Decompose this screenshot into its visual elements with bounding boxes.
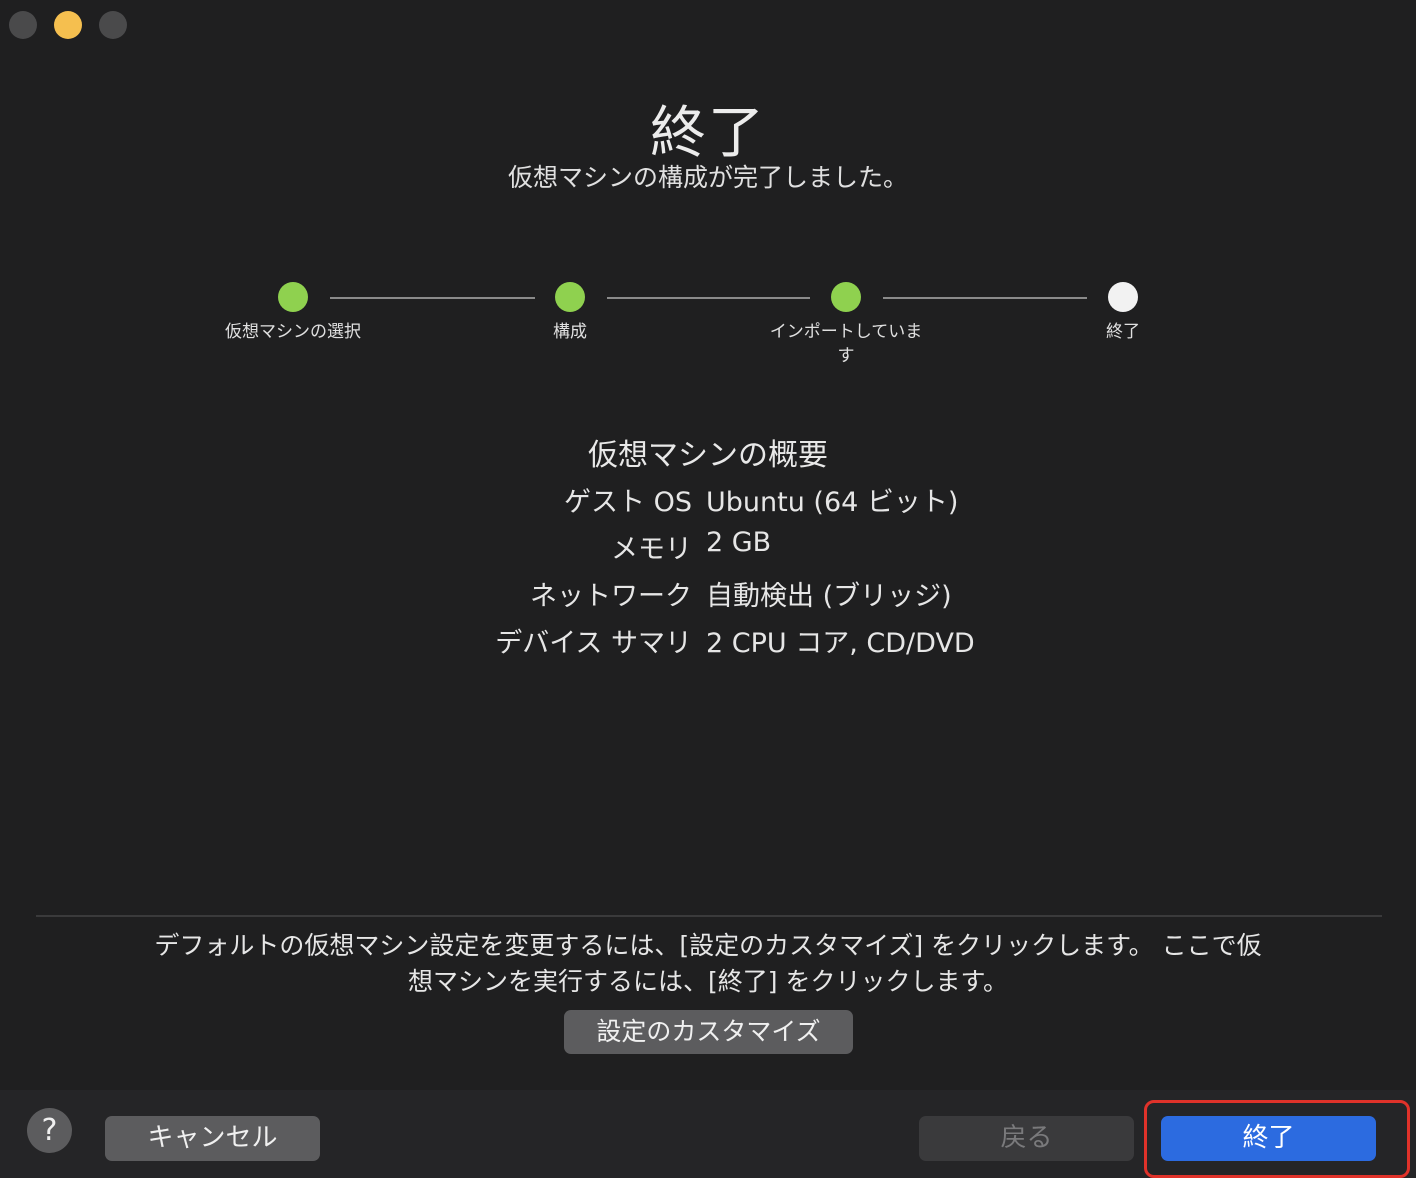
step-label: インポートしています xyxy=(769,322,923,366)
step-select-vm: 仮想マシンの選択 xyxy=(193,282,393,344)
step-complete-icon xyxy=(555,282,585,312)
summary-row-network: ネットワーク 自動検出 (ブリッジ) xyxy=(0,574,1416,614)
divider xyxy=(36,915,1382,917)
page-title: 終了 xyxy=(650,101,766,166)
customize-settings-button[interactable]: 設定のカスタマイズ xyxy=(564,1010,853,1054)
summary-row-memory: メモリ 2 GB xyxy=(0,527,1416,567)
zoom-icon[interactable] xyxy=(99,11,127,39)
summary-row-guest-os: ゲスト OS Ubuntu (64 ビット) xyxy=(0,480,1416,520)
summary-value: 自動検出 (ブリッジ) xyxy=(706,581,952,612)
close-icon[interactable] xyxy=(9,11,37,39)
instructions-line: デフォルトの仮想マシン設定を変更するには、[設定のカスタマイズ] をクリックしま… xyxy=(154,931,1262,960)
page-subtitle: 仮想マシンの構成が完了しました。 xyxy=(507,163,908,192)
step-label: 構成 xyxy=(553,322,587,342)
summary-value: 2 GB xyxy=(706,527,772,558)
step-current-icon xyxy=(1108,282,1138,312)
back-button[interactable]: 戻る xyxy=(919,1116,1134,1161)
assistant-window: 終了 仮想マシンの構成が完了しました。 仮想マシンの選択 構成 インポートしてい… xyxy=(0,0,1416,1178)
step-importing: インポートしています xyxy=(746,282,946,368)
step-label: 仮想マシンの選択 xyxy=(225,322,361,342)
summary-value: Ubuntu (64 ビット) xyxy=(706,487,959,518)
step-finish: 終了 xyxy=(1023,282,1223,344)
step-label: 終了 xyxy=(1106,322,1140,342)
highlight-box xyxy=(1144,1100,1410,1178)
summary-key: デバイス サマリ xyxy=(495,628,692,659)
step-complete-icon xyxy=(831,282,861,312)
summary-title: 仮想マシンの概要 xyxy=(588,438,828,473)
summary-row-devices: デバイス サマリ 2 CPU コア, CD/DVD xyxy=(0,621,1416,661)
instructions-text: デフォルトの仮想マシン設定を変更するには、[設定のカスタマイズ] をクリックしま… xyxy=(100,928,1316,1000)
cancel-button[interactable]: キャンセル xyxy=(105,1116,320,1161)
progress-stepper: 仮想マシンの選択 構成 インポートしています 終了 xyxy=(0,282,1416,382)
minimize-icon[interactable] xyxy=(54,11,82,39)
instructions-line: 想マシンを実行するには、[終了] をクリックします。 xyxy=(408,967,1008,996)
help-icon[interactable]: ? xyxy=(27,1108,72,1153)
summary-key: メモリ xyxy=(611,534,692,565)
window-controls xyxy=(9,11,127,39)
step-complete-icon xyxy=(278,282,308,312)
summary-value: 2 CPU コア, CD/DVD xyxy=(706,628,975,659)
summary-key: ゲスト OS xyxy=(564,487,692,518)
summary-key: ネットワーク xyxy=(530,581,692,612)
step-configure: 構成 xyxy=(470,282,670,344)
